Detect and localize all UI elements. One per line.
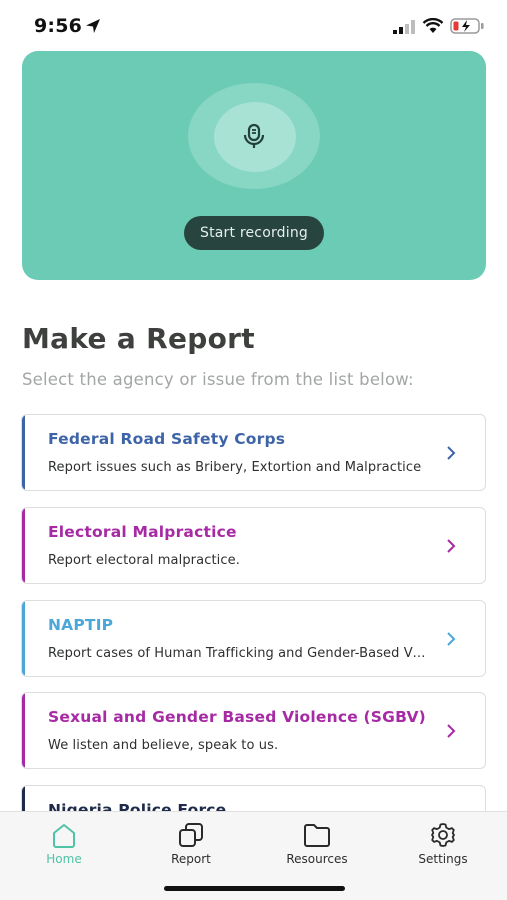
gear-icon: [431, 823, 455, 847]
card-title: Federal Road Safety Corps: [48, 430, 286, 448]
report-icon: [179, 823, 203, 847]
tab-label: Resources: [286, 852, 348, 866]
card-accent-bar: [22, 508, 25, 583]
status-bar: 9:56: [0, 0, 507, 52]
page-subtitle: Select the agency or issue from the list…: [22, 370, 414, 389]
card-accent-bar: [22, 415, 25, 490]
home-icon: [53, 824, 75, 848]
tab-label: Home: [46, 852, 82, 866]
card-description: Report cases of Human Trafficking and Ge…: [48, 646, 428, 661]
chevron-right-icon: [447, 539, 456, 553]
card-accent-bar: [22, 601, 25, 676]
page-title: Make a Report: [22, 322, 255, 355]
card-description: Report issues such as Bribery, Extortion…: [48, 460, 422, 475]
cellular-signal-icon: [393, 20, 415, 34]
microphone-icon[interactable]: [238, 120, 270, 152]
tab-settings[interactable]: Settings: [388, 812, 498, 872]
card-accent-bar: [22, 693, 25, 768]
wifi-icon: [422, 18, 444, 33]
location-arrow-icon: [86, 19, 100, 33]
folder-icon: [304, 824, 330, 847]
card-title: Electoral Malpractice: [48, 523, 237, 541]
chevron-right-icon: [447, 446, 456, 460]
chevron-right-icon: [447, 724, 456, 738]
card-title: NAPTIP: [48, 616, 114, 634]
battery-icon: [450, 18, 484, 34]
home-indicator[interactable]: [164, 886, 345, 891]
tab-label: Settings: [418, 852, 468, 866]
tab-report[interactable]: Report: [136, 812, 246, 872]
tab-home[interactable]: Home: [9, 812, 119, 872]
card-description: Report electoral malpractice.: [48, 553, 240, 568]
voice-recorder-card: Start recording: [22, 51, 486, 280]
start-recording-button[interactable]: Start recording: [184, 216, 324, 250]
agency-card-naptip[interactable]: NAPTIP Report cases of Human Trafficking…: [21, 600, 486, 677]
status-time: 9:56: [34, 15, 83, 37]
agency-card-electoral[interactable]: Electoral Malpractice Report electoral m…: [21, 507, 486, 584]
agency-card-frsc[interactable]: Federal Road Safety Corps Report issues …: [21, 414, 486, 491]
agency-card-sgbv[interactable]: Sexual and Gender Based Violence (SGBV) …: [21, 692, 486, 769]
tab-label: Report: [171, 852, 211, 866]
chevron-right-icon: [447, 632, 456, 646]
tab-resources[interactable]: Resources: [262, 812, 372, 872]
card-title: Sexual and Gender Based Violence (SGBV): [48, 708, 426, 726]
card-description: We listen and believe, speak to us.: [48, 738, 279, 753]
